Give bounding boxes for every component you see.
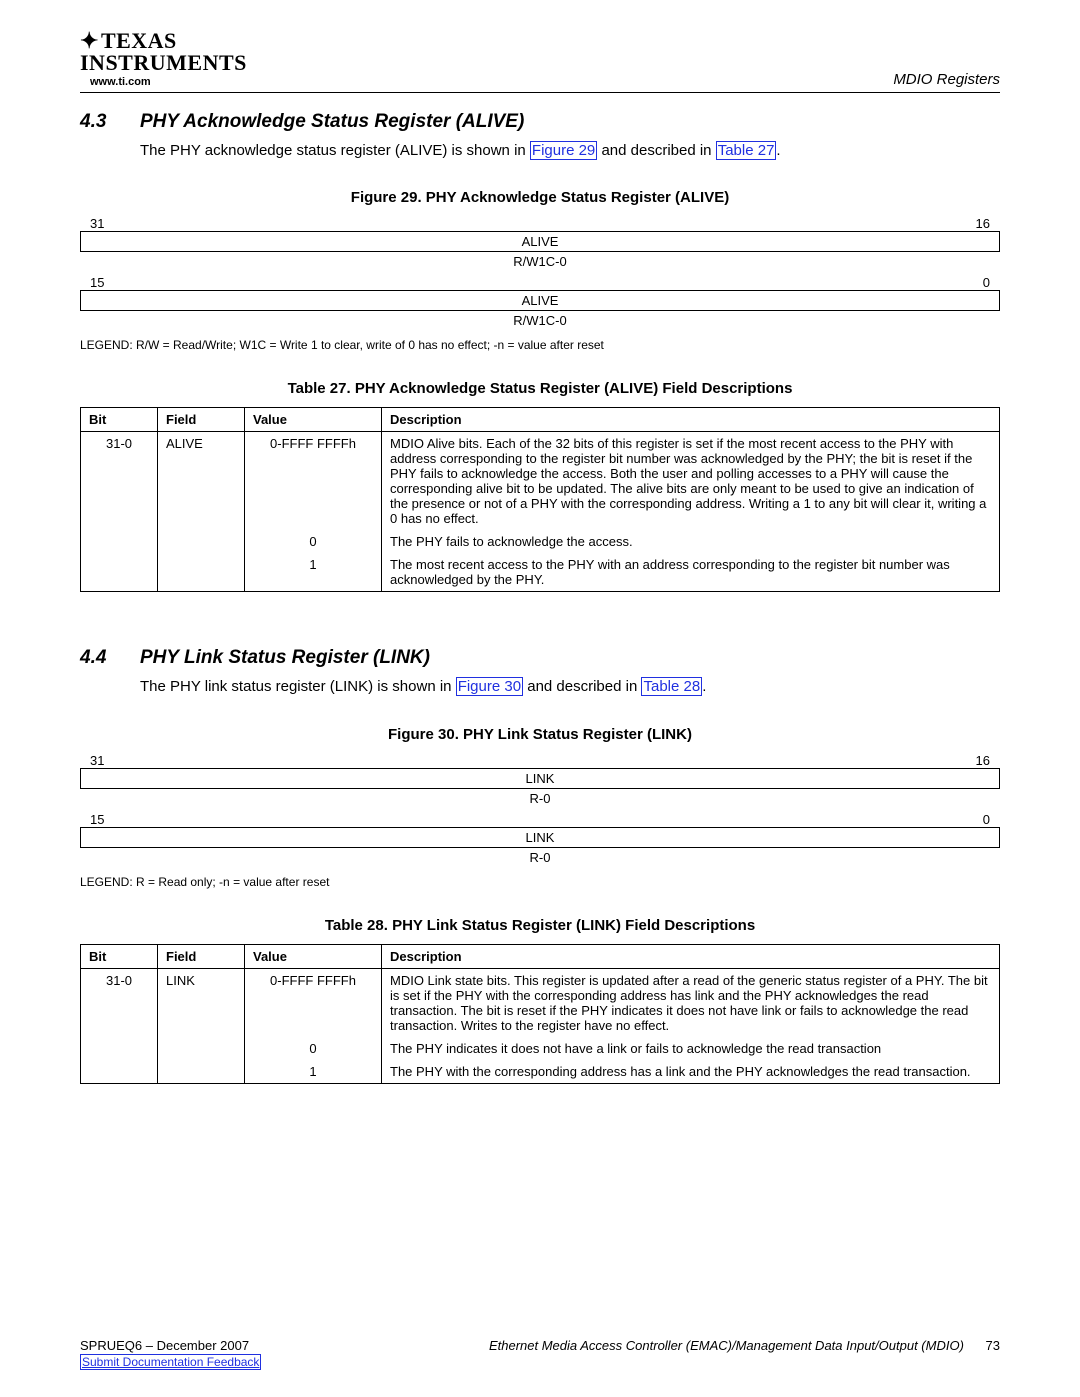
bit-15: 15 [90, 812, 104, 827]
page-header: ✦TEXAS INSTRUMENTS www.ti.com MDIO Regis… [80, 30, 1000, 93]
table-row: 1 The most recent access to the PHY with… [81, 553, 1000, 592]
ti-logo-block: ✦TEXAS INSTRUMENTS www.ti.com [80, 30, 247, 88]
col-description: Description [382, 408, 1000, 432]
section-4-3-intro: The PHY acknowledge status register (ALI… [140, 141, 1000, 161]
logo-url: www.ti.com [90, 76, 247, 88]
table-header-row: Bit Field Value Description [81, 944, 1000, 968]
figure-29-diagram: 31 16 ALIVE R/W1C-0 15 0 ALIVE R/W1C-0 [80, 216, 1000, 328]
section-number: 4.4 [80, 647, 120, 669]
link-attr-lo: R-0 [80, 850, 1000, 865]
col-value: Value [245, 408, 382, 432]
table-row: 0 The PHY fails to acknowledge the acces… [81, 530, 1000, 553]
table-header-row: Bit Field Value Description [81, 408, 1000, 432]
section-title: PHY Acknowledge Status Register (ALIVE) [140, 111, 524, 133]
section-heading-4-4: 4.4 PHY Link Status Register (LINK) [80, 647, 1000, 669]
table-28-title: Table 28. PHY Link Status Register (LINK… [80, 917, 1000, 934]
bit-16: 16 [976, 216, 990, 231]
table-row: 1 The PHY with the corresponding address… [81, 1060, 1000, 1084]
bit-0: 0 [983, 812, 990, 827]
table-28-link[interactable]: Table 28 [641, 677, 702, 696]
alive-attr-lo: R/W1C-0 [80, 313, 1000, 328]
link-field-lo: LINK [80, 827, 1000, 848]
header-section-title: MDIO Registers [893, 71, 1000, 88]
page-number: 73 [986, 1338, 1000, 1353]
figure-29-title: Figure 29. PHY Acknowledge Status Regist… [80, 189, 1000, 206]
table-27-title: Table 27. PHY Acknowledge Status Registe… [80, 380, 1000, 397]
figure-30-diagram: 31 16 LINK R-0 15 0 LINK R-0 [80, 753, 1000, 865]
ti-logo: ✦TEXAS INSTRUMENTS [80, 30, 247, 74]
table-row: 0 The PHY indicates it does not have a l… [81, 1037, 1000, 1060]
col-description: Description [382, 944, 1000, 968]
alive-field-hi: ALIVE [80, 231, 1000, 252]
alive-attr-hi: R/W1C-0 [80, 254, 1000, 269]
table-27-link[interactable]: Table 27 [716, 141, 777, 160]
figure-30-legend: LEGEND: R = Read only; -n = value after … [80, 875, 1000, 889]
alive-field-lo: ALIVE [80, 290, 1000, 311]
section-heading-4-3: 4.3 PHY Acknowledge Status Register (ALI… [80, 111, 1000, 133]
figure-30-link[interactable]: Figure 30 [456, 677, 523, 696]
logo-line2: INSTRUMENTS [80, 50, 247, 75]
figure-29-legend: LEGEND: R/W = Read/Write; W1C = Write 1 … [80, 338, 1000, 352]
bit-31: 31 [90, 216, 104, 231]
table-27: Bit Field Value Description 31-0 ALIVE 0… [80, 407, 1000, 592]
col-field: Field [158, 408, 245, 432]
page-footer: SPRUEQ6 – December 2007 Ethernet Media A… [80, 1338, 1000, 1369]
section-title: PHY Link Status Register (LINK) [140, 647, 430, 669]
col-field: Field [158, 944, 245, 968]
ti-chip-icon: ✦ [80, 30, 99, 52]
bit-31: 31 [90, 753, 104, 768]
figure-30-title: Figure 30. PHY Link Status Register (LIN… [80, 726, 1000, 743]
col-value: Value [245, 944, 382, 968]
footer-doc-title: Ethernet Media Access Controller (EMAC)/… [489, 1338, 964, 1353]
section-4-4-intro: The PHY link status register (LINK) is s… [140, 677, 1000, 697]
bit-16: 16 [976, 753, 990, 768]
table-row: 31-0 LINK 0-FFFF FFFFh MDIO Link state b… [81, 968, 1000, 1037]
table-row: 31-0 ALIVE 0-FFFF FFFFh MDIO Alive bits.… [81, 432, 1000, 531]
link-attr-hi: R-0 [80, 791, 1000, 806]
bit-0: 0 [983, 275, 990, 290]
bit-15: 15 [90, 275, 104, 290]
table-28: Bit Field Value Description 31-0 LINK 0-… [80, 944, 1000, 1084]
figure-29-link[interactable]: Figure 29 [530, 141, 597, 160]
section-number: 4.3 [80, 111, 120, 133]
doc-number: SPRUEQ6 – December 2007 [80, 1338, 249, 1353]
submit-feedback-link[interactable]: Submit Documentation Feedback [80, 1354, 261, 1370]
col-bit: Bit [81, 408, 158, 432]
col-bit: Bit [81, 944, 158, 968]
link-field-hi: LINK [80, 768, 1000, 789]
